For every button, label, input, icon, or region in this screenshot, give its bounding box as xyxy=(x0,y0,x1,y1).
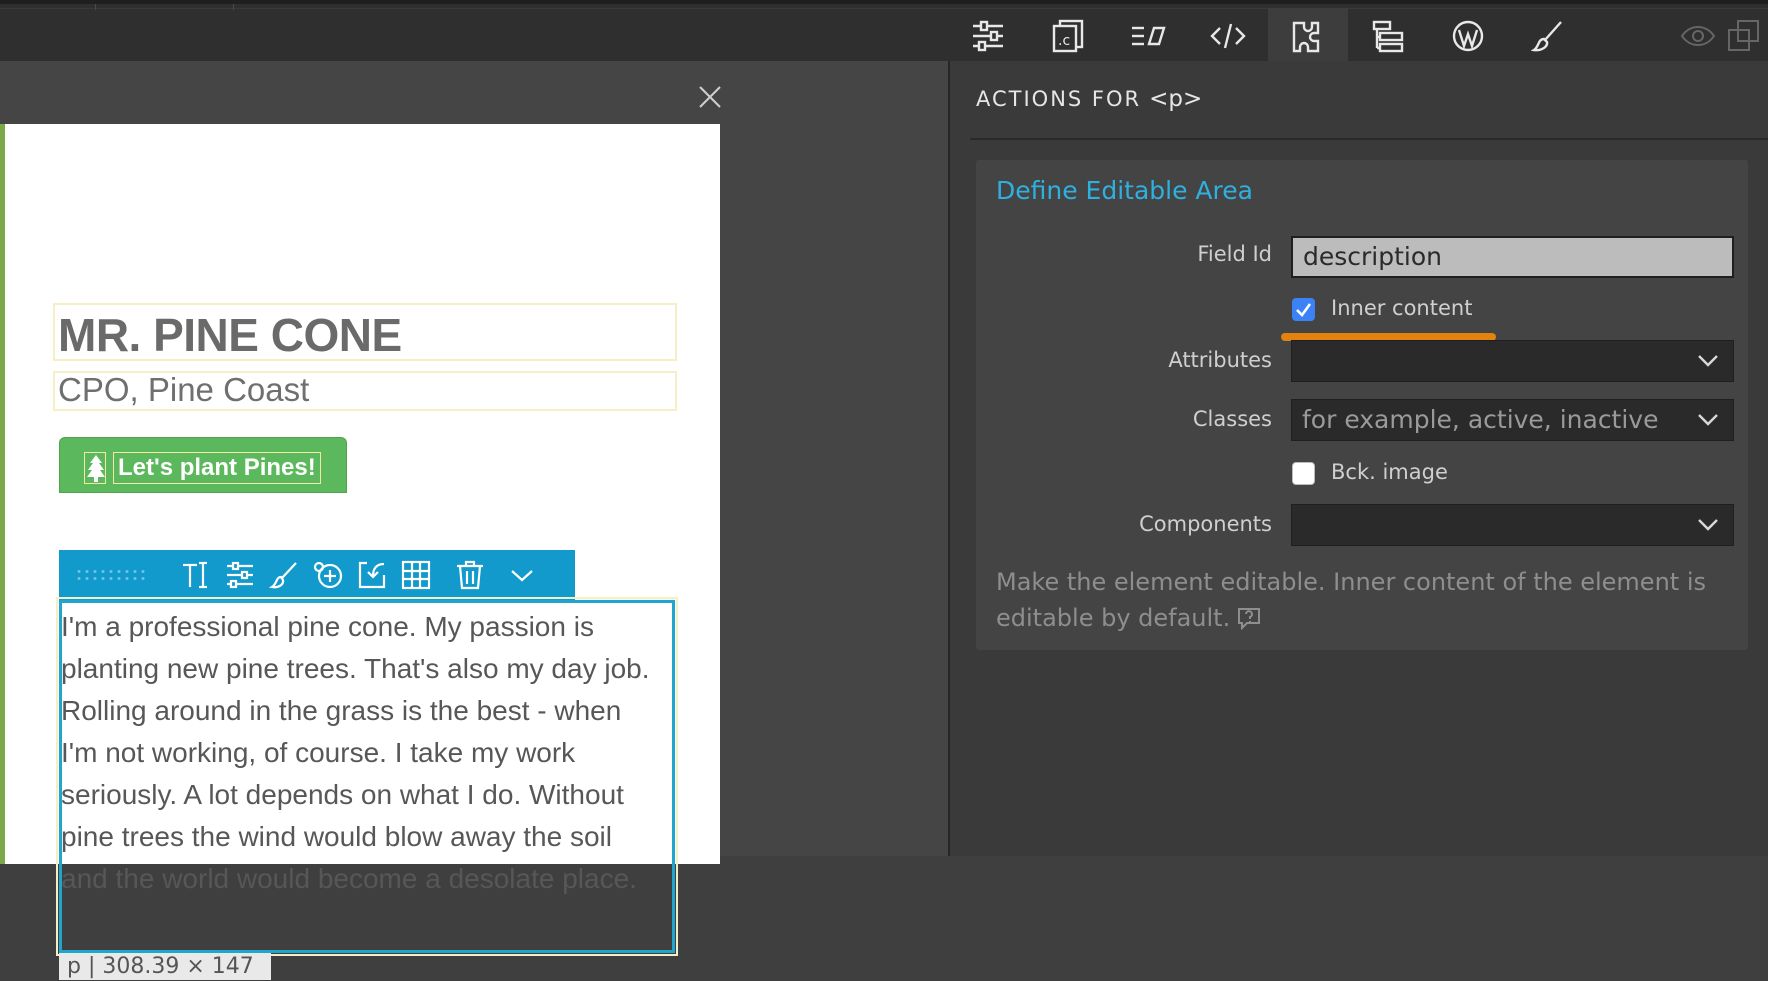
inner-content-label: Inner content xyxy=(1331,296,1473,320)
classes-placeholder: for example, active, inactive xyxy=(1302,405,1659,434)
window-icon[interactable] xyxy=(1726,18,1762,54)
components-label: Components xyxy=(1139,512,1272,536)
panel-divider xyxy=(970,138,1768,140)
chevron-down-icon[interactable] xyxy=(503,556,541,594)
drag-handle[interactable] xyxy=(75,568,149,582)
insert-icon[interactable] xyxy=(353,556,391,594)
add-element-icon[interactable] xyxy=(309,556,347,594)
help-text-body: Make the element editable. Inner content… xyxy=(996,568,1706,632)
top-toolbar: .c xyxy=(0,0,1768,65)
chevron-down-icon xyxy=(1697,412,1719,428)
trash-icon[interactable] xyxy=(451,556,489,594)
classes-select[interactable]: for example, active, inactive xyxy=(1291,399,1734,441)
chevron-down-icon xyxy=(1697,353,1719,369)
panel-title: ACTIONS FOR <p> xyxy=(976,86,1202,112)
sliders-icon[interactable] xyxy=(965,14,1011,58)
attributes-label: Attributes xyxy=(1168,348,1272,372)
bck-image-label: Bck. image xyxy=(1331,460,1448,484)
page-title[interactable]: MR. PINE CONE xyxy=(58,308,402,362)
element-toolbar xyxy=(59,550,575,600)
attributes-select[interactable] xyxy=(1291,340,1734,382)
brush-icon[interactable] xyxy=(1525,14,1571,58)
bck-image-checkbox[interactable] xyxy=(1292,462,1315,485)
tab-stub xyxy=(96,4,234,10)
brush-icon[interactable] xyxy=(265,556,303,594)
tab-stub xyxy=(0,4,96,10)
sliders-icon[interactable] xyxy=(221,556,259,594)
help-text: Make the element editable. Inner content… xyxy=(996,564,1726,636)
page-canvas: MR. PINE CONE CPO, Pine Coast Let's plan… xyxy=(0,61,948,980)
panel-title-text: ACTIONS FOR xyxy=(976,87,1142,111)
help-icon[interactable] xyxy=(1236,604,1262,631)
chevron-down-icon xyxy=(1697,517,1719,533)
tree-icon xyxy=(84,452,106,484)
css-file-icon[interactable]: .c xyxy=(1045,14,1091,58)
inner-content-checkbox[interactable] xyxy=(1292,298,1315,321)
plant-pines-label[interactable]: Let's plant Pines! xyxy=(113,452,321,484)
field-id-input[interactable]: description xyxy=(1291,236,1734,278)
components-select[interactable] xyxy=(1291,504,1734,546)
tree-icon[interactable] xyxy=(1365,14,1411,58)
code-icon[interactable] xyxy=(1205,14,1251,58)
toolbar-divider xyxy=(0,8,1768,9)
page-subtitle[interactable]: CPO, Pine Coast xyxy=(58,371,309,409)
field-id-label: Field Id xyxy=(1197,242,1272,266)
close-icon[interactable] xyxy=(696,83,724,111)
classes-label: Classes xyxy=(1192,407,1272,431)
wordpress-icon[interactable] xyxy=(1445,14,1491,58)
format-icon[interactable] xyxy=(1125,14,1171,58)
table-icon[interactable] xyxy=(397,556,435,594)
section-title[interactable]: Define Editable Area xyxy=(996,176,1253,205)
text-cursor-icon[interactable] xyxy=(177,556,215,594)
svg-text:.c: .c xyxy=(1058,33,1070,49)
puzzle-icon[interactable] xyxy=(1268,8,1348,65)
size-badge: p | 308.39 × 147 xyxy=(59,953,271,980)
element-tag: <p> xyxy=(1149,86,1203,112)
page-preview: MR. PINE CONE CPO, Pine Coast Let's plan… xyxy=(0,124,720,980)
eye-icon[interactable] xyxy=(1680,22,1716,50)
